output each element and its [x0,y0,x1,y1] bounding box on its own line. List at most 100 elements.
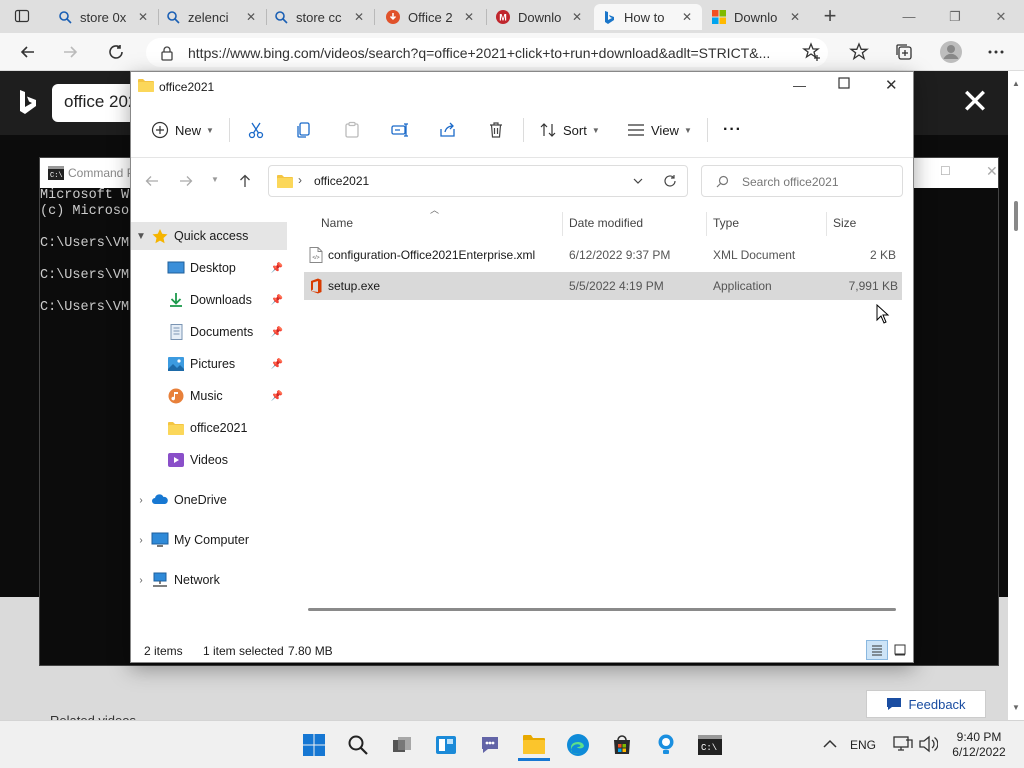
cmd-maximize-icon[interactable]: ☐ [940,164,951,178]
back-arrow-icon[interactable] [145,174,159,188]
cmd-close-icon[interactable]: ✕ [986,163,998,180]
tiles-view-icon[interactable] [889,640,911,660]
back-arrow-icon[interactable] [16,40,40,64]
details-view-icon[interactable] [866,640,888,660]
sort-button[interactable]: Sort ▼ [539,114,600,146]
maximize-icon[interactable] [838,77,850,89]
address-bar[interactable]: https://www.bing.com/videos/search?q=off… [146,38,828,67]
tab-7[interactable]: Downlo ✕ [704,4,810,30]
nav-music[interactable]: Music 📌 [131,382,287,410]
chevron-up-icon[interactable] [822,737,838,751]
view-button[interactable]: View ▼ [627,114,692,146]
scroll-thumb[interactable] [1014,201,1018,231]
file-row-selected[interactable]: setup.exe 5/5/2022 4:19 PM Application 7… [304,272,902,300]
rename-button[interactable] [391,114,409,146]
more-menu-icon[interactable] [984,40,1008,64]
close-window-icon[interactable]: ✕ [978,0,1024,33]
chevron-down-icon[interactable]: ▼ [131,231,151,242]
close-icon[interactable]: ✕ [244,10,258,24]
minimize-icon[interactable]: — [886,0,932,33]
chevron-right-icon[interactable]: › [131,575,151,586]
nav-office2021[interactable]: office2021 [131,414,287,442]
minimize-icon[interactable]: — [793,78,806,93]
feedback-button[interactable]: Feedback [866,690,986,718]
tab-4[interactable]: Office 2 ✕ [378,4,484,30]
close-video-icon[interactable]: ✕ [958,85,992,119]
close-icon[interactable]: ✕ [136,10,150,24]
favorites-icon[interactable] [847,40,871,64]
nav-network[interactable]: › Network [131,566,287,594]
volume-icon[interactable] [918,735,938,753]
language-indicator[interactable]: ENG [850,738,876,752]
tab-2[interactable]: zelenci ✕ [158,4,266,30]
page-scrollbar[interactable]: ▲ ▼ [1008,71,1024,720]
file-explorer-window[interactable]: office2021 — ✕ New ▼ Sort ▼ View ▼ ··· ▼… [130,71,914,663]
add-favorite-icon[interactable] [800,40,824,64]
teams-chat-icon[interactable] [474,729,506,761]
close-icon[interactable]: ✕ [680,10,694,24]
pin-icon[interactable]: 📌 [271,295,283,306]
refresh-icon[interactable] [663,174,677,188]
column-header-type[interactable]: Type [713,216,739,230]
explorer-search-input[interactable]: Search office2021 [701,165,903,197]
pin-icon[interactable]: 📌 [271,391,283,402]
bing-logo-icon[interactable] [18,89,38,117]
file-row[interactable]: </> configuration-Office2021Enterprise.x… [304,241,902,269]
nav-quick-access[interactable]: ▼ Quick access [131,222,287,250]
file-explorer-taskbar-icon[interactable] [518,729,550,761]
paste-button[interactable] [343,114,361,146]
close-icon[interactable]: ✕ [788,10,802,24]
tab-actions-icon[interactable] [14,8,30,24]
close-icon[interactable]: ✕ [885,76,898,94]
column-divider[interactable] [826,212,827,236]
tab-3[interactable]: store cc ✕ [266,4,374,30]
network-tray-icon[interactable] [893,735,913,753]
nav-desktop[interactable]: Desktop 📌 [131,254,287,282]
column-divider[interactable] [706,212,707,236]
nav-videos[interactable]: Videos [131,446,287,474]
explorer-address-bar[interactable]: › office2021 [268,165,688,197]
column-header-size[interactable]: Size [833,216,856,230]
address-dropdown-icon[interactable] [632,175,644,187]
share-button[interactable] [439,114,457,146]
pin-icon[interactable]: 📌 [271,327,283,338]
scroll-up-icon[interactable]: ▲ [1012,79,1020,88]
copy-button[interactable] [295,114,313,146]
clock[interactable]: 9:40 PM 6/12/2022 [944,730,1014,760]
tips-bulb-icon[interactable] [650,729,682,761]
nav-pictures[interactable]: Pictures 📌 [131,350,287,378]
chevron-right-icon[interactable]: › [131,495,151,506]
restore-icon[interactable]: ❐ [932,0,978,33]
column-header-date[interactable]: Date modified [569,216,643,230]
more-options-button[interactable]: ··· [723,114,742,146]
delete-button[interactable] [487,114,505,146]
pin-icon[interactable]: 📌 [271,359,283,370]
chevron-right-icon[interactable]: › [131,535,151,546]
new-button[interactable]: New ▼ [151,114,214,146]
column-header-name[interactable]: Name [321,216,353,230]
search-icon[interactable] [342,729,374,761]
scroll-down-icon[interactable]: ▼ [1012,703,1020,712]
tab-1[interactable]: store 0x ✕ [50,4,158,30]
refresh-icon[interactable] [104,40,128,64]
recent-chevron-icon[interactable]: ▼ [211,175,219,184]
forward-arrow-icon[interactable] [58,40,82,64]
new-tab-button[interactable]: + [817,4,843,30]
cut-button[interactable] [247,114,265,146]
breadcrumb-folder[interactable]: office2021 [314,174,369,188]
nav-onedrive[interactable]: › OneDrive [131,486,287,514]
close-icon[interactable]: ✕ [462,10,476,24]
tab-6-active[interactable]: How to ✕ [594,4,702,30]
close-icon[interactable]: ✕ [570,10,584,24]
store-icon[interactable] [606,729,638,761]
nav-my-computer[interactable]: › My Computer [131,526,287,554]
horizontal-scrollbar[interactable] [308,608,896,611]
task-view-icon[interactable] [386,729,418,761]
collections-icon[interactable] [892,40,916,64]
forward-arrow-icon[interactable] [179,174,193,188]
close-icon[interactable]: ✕ [352,10,366,24]
edge-icon[interactable] [562,729,594,761]
widgets-icon[interactable] [430,729,462,761]
tab-5[interactable]: M Downlo ✕ [488,4,592,30]
start-windows-icon[interactable] [298,729,330,761]
